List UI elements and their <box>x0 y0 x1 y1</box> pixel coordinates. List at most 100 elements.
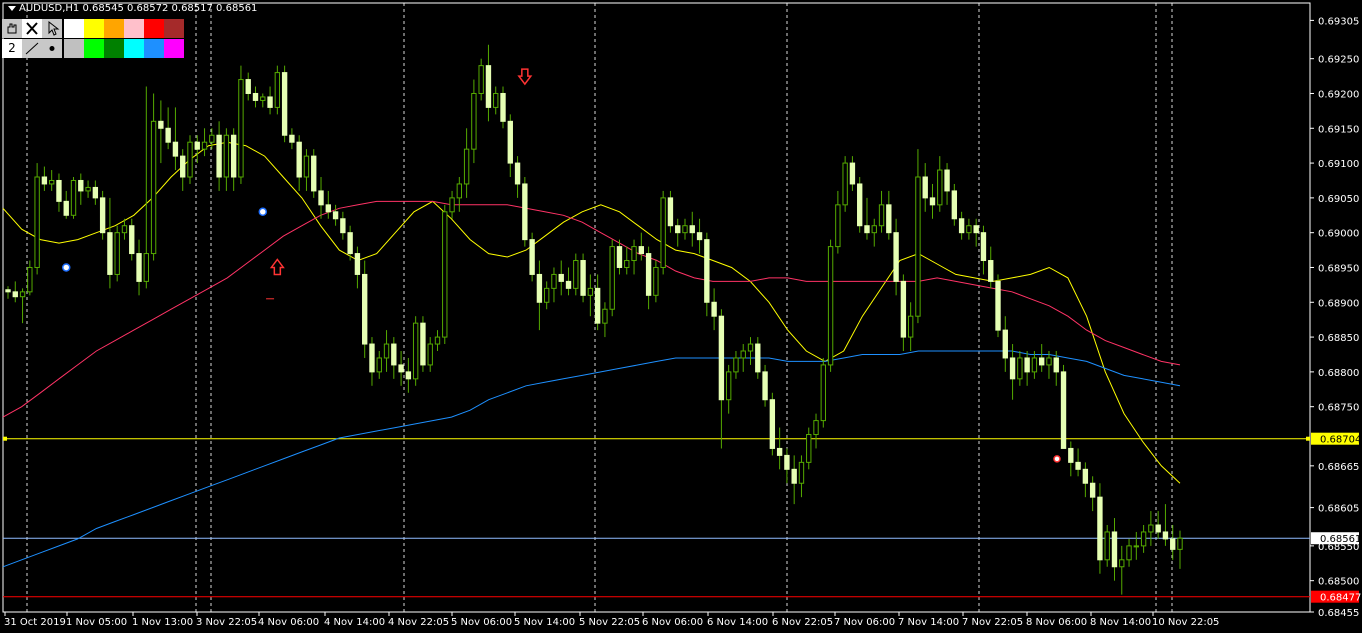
candle-body-bull <box>842 162 848 206</box>
color-swatch[interactable] <box>144 39 164 58</box>
candle-body-bear <box>929 197 936 206</box>
candle-body-bull <box>878 204 885 227</box>
candle-body-bear <box>995 280 1001 331</box>
candle-body-bull <box>820 364 826 422</box>
candle-body-bull <box>383 343 390 359</box>
x-tick-label: 7 Nov 22:05 <box>962 617 1023 628</box>
color-swatch[interactable] <box>124 19 144 38</box>
y-tick-label: 0.68850 <box>1318 333 1359 344</box>
candle-body-bear <box>1039 357 1045 366</box>
y-tick-label: 0.69100 <box>1318 159 1359 170</box>
dropdown-triangle-icon[interactable] <box>8 5 16 11</box>
candle-body-bull <box>682 225 688 234</box>
candle-body-bear <box>762 371 768 401</box>
candle-body-bull <box>543 287 550 303</box>
color-swatch[interactable] <box>64 39 84 58</box>
candle-body-bear <box>900 280 907 338</box>
signal-dot-icon <box>61 263 71 272</box>
y-tick-label: 0.68665 <box>1318 462 1359 473</box>
dot-style-icon[interactable] <box>42 39 62 58</box>
candle-body-bull <box>223 134 230 178</box>
candle-body-bull <box>238 79 244 178</box>
candle-body-bull <box>150 120 157 255</box>
x-tick-label: 1 Nov 13:00 <box>132 617 193 628</box>
candle-body-bear <box>1162 531 1169 540</box>
candle-body-bull <box>624 260 630 268</box>
pointer-icon[interactable] <box>42 19 62 38</box>
candle-body-bear <box>849 162 856 185</box>
candle-body-bull <box>660 197 666 268</box>
candle-body-bear <box>638 246 645 255</box>
candle-body-bull <box>937 169 943 206</box>
color-swatch[interactable] <box>64 19 84 38</box>
candle-body-bull <box>478 65 484 94</box>
candle-body-bear <box>958 218 965 234</box>
candle-body-bull <box>27 266 33 293</box>
candle-body-bear <box>318 190 324 206</box>
candle-body-bull <box>871 225 877 234</box>
drawing-toolbar: 2 <box>2 19 184 58</box>
candle-body-bull <box>201 141 208 150</box>
candle-body-bull <box>456 183 463 199</box>
color-swatch[interactable] <box>84 39 104 58</box>
candle-body-bull <box>609 246 615 310</box>
color-swatch[interactable] <box>144 19 164 38</box>
candle-body-bear <box>289 134 295 143</box>
candle-body-bear <box>56 179 62 202</box>
candle-body-bear <box>485 65 492 108</box>
candle-body-bear <box>41 176 48 185</box>
candle-body-bull <box>209 134 215 143</box>
candle-body-bear <box>522 183 528 241</box>
line-thickness-value[interactable]: 2 <box>2 39 22 58</box>
color-swatch[interactable] <box>164 39 184 58</box>
hand-icon[interactable] <box>2 19 22 38</box>
candle-body-bear <box>536 273 543 303</box>
symbol-quote: AUDUSD,H1 0.68545 0.68572 0.68517 0.6856… <box>19 3 258 14</box>
candle-body-bull <box>70 179 77 216</box>
candle-body-bear <box>129 225 135 255</box>
close-icon[interactable] <box>22 19 42 38</box>
candle-body-bull <box>1177 537 1183 550</box>
candle-body-bear <box>791 468 797 484</box>
candle-body-bear <box>857 183 863 227</box>
plot-frame <box>2 2 1311 613</box>
color-swatch[interactable] <box>84 19 104 38</box>
candle-body-bear <box>245 79 251 94</box>
candle-body-bear <box>988 260 994 282</box>
color-swatch[interactable] <box>104 19 124 38</box>
candle-body-bull <box>733 357 739 373</box>
candle-body-bear <box>951 190 958 220</box>
color-swatch[interactable] <box>124 39 144 58</box>
candle-body-bear <box>1060 371 1067 449</box>
candle-body-bear <box>973 225 979 234</box>
color-swatch[interactable] <box>164 19 184 38</box>
candle-body-bull <box>1031 357 1038 373</box>
candle-body-bull <box>34 176 40 268</box>
candle-body-bear <box>362 273 368 345</box>
y-tick-label: 0.68900 <box>1318 298 1359 309</box>
price-chart[interactable]: 0.687040.685610.68477 31 Oct 2019 1 Nov 0… <box>0 0 1362 633</box>
y-tick-label: 0.69150 <box>1318 124 1359 135</box>
candle-body-bull <box>1017 357 1023 380</box>
y-tick-label: 0.68750 <box>1318 403 1359 414</box>
candle-body-bear <box>12 291 18 298</box>
yellow-level-label: 0.68704 <box>1320 435 1361 446</box>
candle-body-bear <box>507 120 513 164</box>
candle-body-bear <box>325 204 331 213</box>
candle-body-bear <box>347 232 353 255</box>
ma-fast-line <box>2 141 1181 484</box>
line-style-icon[interactable] <box>22 39 42 58</box>
red-level-label: 0.68477 <box>1320 593 1361 604</box>
candle-body-bear <box>667 197 674 227</box>
color-swatch[interactable] <box>104 39 124 58</box>
candle-body-bear <box>230 134 237 178</box>
candle-body-bull <box>806 434 812 463</box>
candle-body-bear <box>1053 357 1059 373</box>
candle-body-bear <box>172 141 179 157</box>
candle-body-bull <box>1140 531 1147 547</box>
candle-body-bull <box>573 260 579 289</box>
candle-body-bull <box>827 246 834 366</box>
candle-body-bear <box>776 447 783 456</box>
candle-body-bear <box>1089 482 1096 498</box>
x-tick-label: 4 Nov 22:05 <box>388 617 449 628</box>
